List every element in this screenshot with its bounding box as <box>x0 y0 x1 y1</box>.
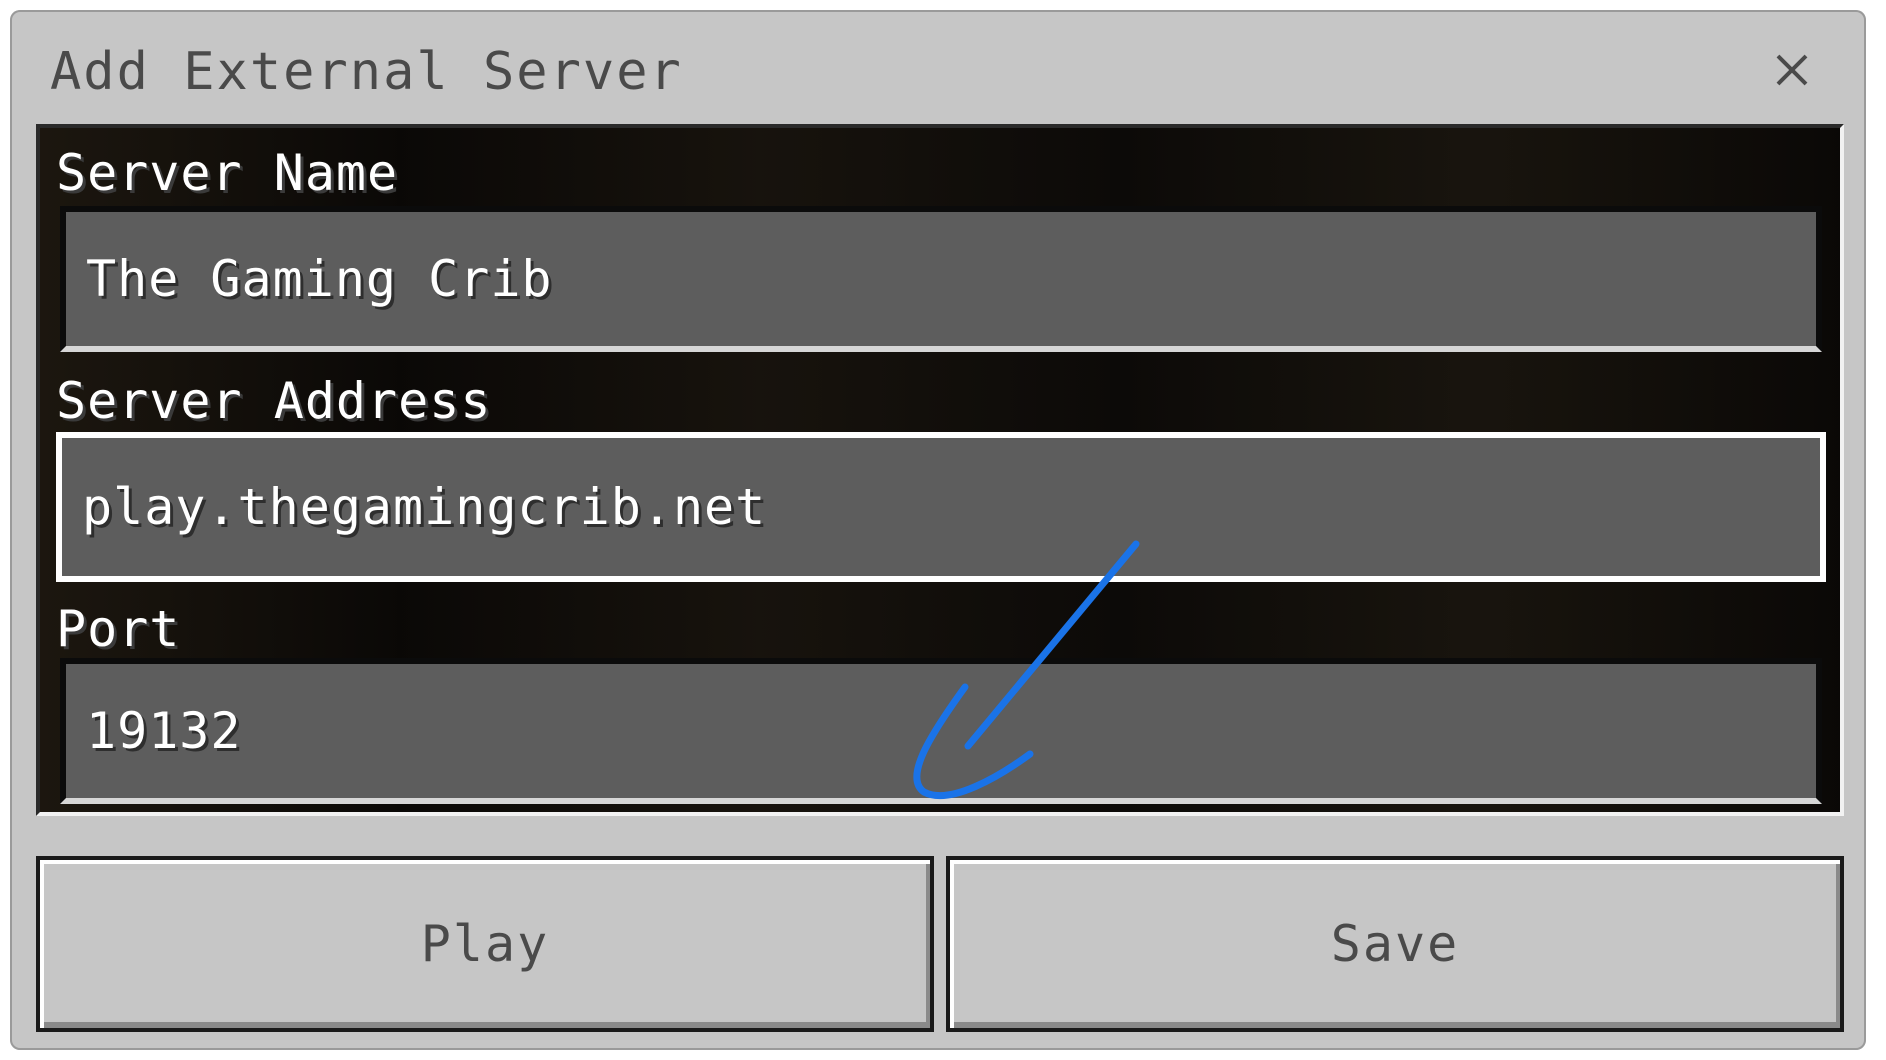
server-name-label: Server Name <box>56 144 399 202</box>
port-value: 19132 <box>86 702 242 760</box>
play-button-label: Play <box>420 915 550 973</box>
port-label: Port <box>56 600 181 658</box>
dialog-title: Add External Server <box>50 42 683 102</box>
save-button[interactable]: Save <box>946 856 1844 1032</box>
play-button[interactable]: Play <box>36 856 934 1032</box>
port-input[interactable]: 19132 <box>60 658 1822 804</box>
server-form-panel: Server Name The Gaming Crib Server Addre… <box>36 124 1844 816</box>
save-button-label: Save <box>1330 915 1460 973</box>
close-icon <box>1775 53 1809 91</box>
close-button[interactable] <box>1764 44 1820 100</box>
add-external-server-dialog: Add External Server Server Name The Gami… <box>10 10 1866 1050</box>
server-address-input[interactable]: play.thegamingcrib.net <box>56 432 1826 582</box>
server-name-value: The Gaming Crib <box>86 250 553 308</box>
server-address-label: Server Address <box>56 372 492 430</box>
server-address-value: play.thegamingcrib.net <box>82 478 767 536</box>
server-name-input[interactable]: The Gaming Crib <box>60 206 1822 352</box>
